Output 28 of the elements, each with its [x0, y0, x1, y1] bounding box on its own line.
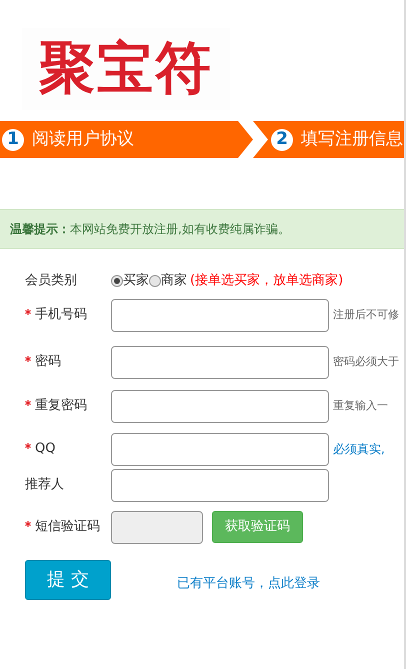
input-field[interactable]	[111, 390, 329, 422]
field-label: 会员类别	[25, 273, 77, 288]
hint-text: 注册后不可修	[333, 306, 399, 323]
field-label: 手机号码	[35, 306, 87, 324]
input-field[interactable]	[111, 298, 329, 332]
hint-text: 重复输入一	[333, 398, 388, 414]
step-label: 阅读用户协议	[32, 128, 134, 151]
login-link[interactable]: 已有平台账号，点此登录	[177, 574, 320, 594]
step-label: 填写注册信息	[301, 128, 403, 151]
notice-text: 温馨提示：本网站免费开放注册,如有收费纯属诈骗。	[0, 209, 404, 249]
input-field[interactable]	[111, 346, 329, 378]
field-label: 重复密码	[35, 397, 87, 416]
radio-button[interactable]	[111, 274, 123, 287]
radio-label[interactable]: 买家	[123, 271, 149, 290]
radio-button[interactable]	[149, 274, 161, 287]
step-number: 1	[2, 128, 24, 150]
hint-text: 密码必须大于	[333, 354, 399, 370]
step-number: 2	[271, 128, 293, 150]
field-label: 推荐人	[25, 476, 64, 494]
field-label: QQ	[35, 440, 56, 458]
radio-label[interactable]: 商家	[161, 271, 187, 290]
field-label: 密码	[35, 353, 61, 372]
input-field[interactable]	[111, 468, 329, 502]
submit-button[interactable]: 提 交	[25, 560, 111, 600]
member-type-note: (接单选买家，放单选商家)	[190, 272, 344, 290]
field-label: 短信验证码	[35, 518, 100, 536]
hint-link[interactable]: 必须真实,	[333, 440, 385, 458]
input-field[interactable]	[111, 432, 329, 466]
